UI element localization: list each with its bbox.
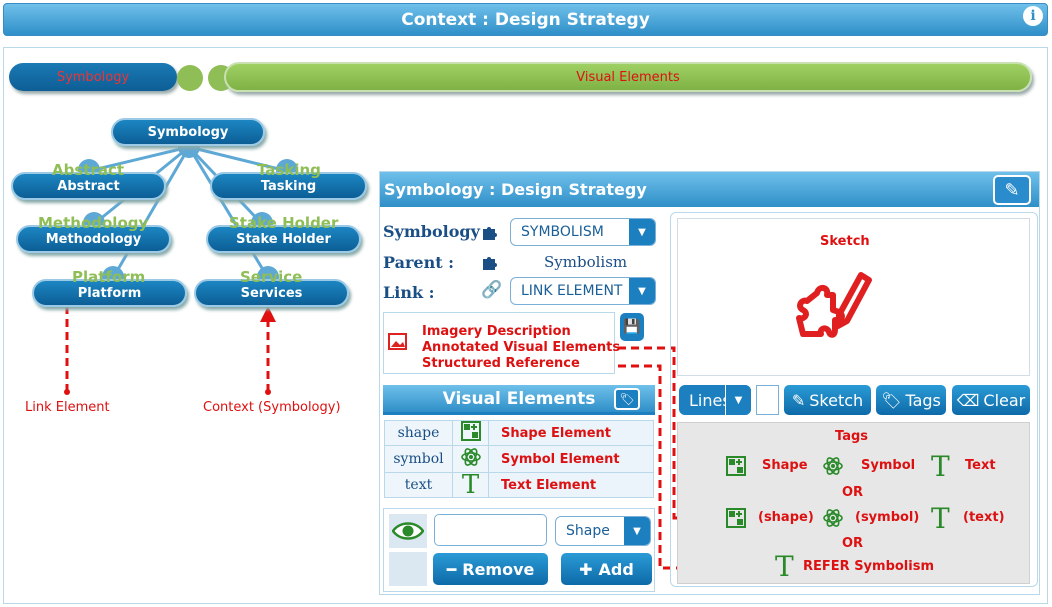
element-type-select[interactable]: Shape ▼ bbox=[555, 516, 651, 546]
link-icon: 🔗 bbox=[481, 280, 503, 300]
empty-cell bbox=[389, 552, 427, 586]
atom-icon bbox=[823, 457, 843, 475]
row-desc: Text Element bbox=[488, 472, 654, 498]
tag-symbol: Symbol bbox=[861, 458, 916, 473]
node-symbology[interactable]: Symbology bbox=[111, 118, 265, 146]
plus-icon: ✚ bbox=[579, 559, 593, 579]
edit-icon[interactable]: ✎ bbox=[993, 175, 1031, 205]
tag-symbol-placeholder: (symbol) bbox=[855, 510, 920, 525]
symbology-label: Symbology : bbox=[383, 222, 492, 241]
minus-icon: ━ bbox=[446, 559, 457, 579]
text-t-icon: T bbox=[931, 450, 950, 483]
tags-title: Tags bbox=[835, 429, 869, 444]
symbology-select[interactable]: SYMBOLISM ▼ bbox=[510, 218, 656, 246]
chevron-down-icon: ▼ bbox=[725, 385, 751, 415]
tags-panel: Tags Shape Symbol T Text OR (shape) (sym… bbox=[677, 422, 1030, 584]
description-textarea[interactable]: Imagery Description Annotated Visual Ele… bbox=[383, 312, 620, 374]
add-button[interactable]: ✚ Add bbox=[561, 553, 652, 585]
pencil-icon: ✎ bbox=[791, 390, 806, 410]
tags-button-label: Tags bbox=[905, 390, 941, 410]
row-type: symbol bbox=[384, 445, 453, 473]
table-row[interactable]: symbol Symbol Element bbox=[384, 445, 654, 473]
panel-title: Symbology : Design Strategy bbox=[384, 180, 647, 199]
parent-value: Symbolism bbox=[544, 253, 628, 271]
text-t-icon: T bbox=[775, 550, 794, 583]
node-ghost-label: Methodology bbox=[38, 214, 149, 232]
or-separator: OR bbox=[842, 536, 864, 551]
node-label: Tasking bbox=[260, 178, 317, 194]
element-type-value: Shape bbox=[566, 523, 610, 539]
element-name-input[interactable] bbox=[434, 514, 547, 546]
eye-icon[interactable] bbox=[389, 514, 427, 548]
chevron-down-icon: ▼ bbox=[624, 517, 650, 545]
tag-text: Text bbox=[965, 458, 996, 473]
sketch-button[interactable]: ✎ Sketch bbox=[784, 385, 871, 415]
remove-button[interactable]: ━ Remove bbox=[433, 553, 548, 585]
node-label: Services bbox=[240, 285, 303, 301]
tags-button[interactable]: 🏷 Tags bbox=[876, 385, 946, 415]
link-select-value: LINK ELEMENT bbox=[521, 283, 623, 299]
puzzle-pencil-icon bbox=[796, 272, 872, 338]
node-label: Platform bbox=[77, 285, 142, 301]
tag-refer: REFER Symbolism bbox=[803, 559, 935, 574]
node-ghost-label: Tasking bbox=[257, 161, 321, 179]
image-icon bbox=[388, 333, 407, 350]
sketch-title: Sketch bbox=[820, 234, 870, 249]
color-swatch[interactable] bbox=[756, 385, 779, 415]
sketch-button-label: Sketch bbox=[809, 390, 864, 410]
link-label: Link : bbox=[383, 283, 435, 302]
sketch-canvas[interactable]: Sketch bbox=[677, 218, 1030, 376]
row-type: shape bbox=[384, 420, 453, 446]
tag-text-placeholder: (text) bbox=[963, 510, 1005, 525]
text-t-icon: T bbox=[452, 472, 489, 498]
row-desc: Shape Element bbox=[488, 420, 654, 446]
tag-shape: Shape bbox=[762, 458, 808, 473]
visual-elements-table: shape Shape Element symbol Symbol Elemen… bbox=[384, 420, 654, 498]
shape-add-icon bbox=[726, 456, 746, 476]
node-ghost-label: Stake Holder bbox=[229, 214, 339, 232]
chevron-down-icon: ▼ bbox=[629, 219, 655, 245]
add-label: Add bbox=[598, 559, 634, 579]
node-label: Stake Holder bbox=[236, 231, 331, 247]
chevron-down-icon: ▼ bbox=[629, 278, 655, 304]
annotation-context: Context (Symbology) bbox=[203, 400, 341, 415]
symbology-select-value: SYMBOLISM bbox=[521, 224, 604, 240]
puzzle-icon bbox=[483, 257, 497, 270]
clear-button-label: Clear bbox=[983, 390, 1026, 410]
shape-add-icon bbox=[452, 420, 489, 446]
save-icon[interactable]: 💾 bbox=[620, 313, 644, 341]
table-row[interactable]: shape Shape Element bbox=[384, 420, 654, 446]
textarea-line: Imagery Description bbox=[422, 324, 571, 339]
table-row[interactable]: text T Text Element bbox=[384, 472, 654, 498]
row-type: text bbox=[384, 472, 453, 498]
visual-elements-title: Visual Elements bbox=[442, 388, 596, 409]
panel-header: Symbology : Design Strategy bbox=[380, 172, 1039, 207]
textarea-line: Structured Reference bbox=[422, 356, 580, 371]
lines-select[interactable]: Lines ▼ bbox=[679, 385, 751, 415]
tag-shape-placeholder: (shape) bbox=[758, 510, 814, 525]
remove-label: Remove bbox=[462, 559, 535, 579]
tag-icon[interactable]: 🏷 bbox=[614, 388, 640, 410]
node-ghost-label: Platform bbox=[72, 268, 146, 286]
shape-add-icon bbox=[726, 508, 746, 528]
eraser-icon: ⌫ bbox=[956, 390, 980, 410]
clear-button[interactable]: ⌫ Clear bbox=[952, 385, 1030, 415]
row-desc: Symbol Element bbox=[488, 445, 654, 473]
tag-icon: 🏷 bbox=[881, 390, 902, 410]
text-t-icon: T bbox=[931, 502, 950, 535]
node-ghost-label: Abstract bbox=[52, 161, 125, 179]
node-label: Abstract bbox=[57, 178, 120, 194]
atom-icon bbox=[452, 445, 489, 473]
node-symbology-label: Symbology bbox=[147, 124, 229, 140]
textarea-line: Annotated Visual Elements bbox=[422, 340, 621, 355]
parent-label: Parent : bbox=[383, 253, 455, 272]
node-label: Methodology bbox=[45, 231, 142, 247]
annotation-link-element: Link Element bbox=[25, 400, 110, 415]
atom-icon bbox=[823, 509, 843, 527]
node-ghost-label: Service bbox=[240, 268, 303, 286]
or-separator: OR bbox=[842, 485, 864, 500]
puzzle-icon bbox=[483, 227, 497, 240]
link-select[interactable]: LINK ELEMENT ▼ bbox=[510, 277, 656, 305]
